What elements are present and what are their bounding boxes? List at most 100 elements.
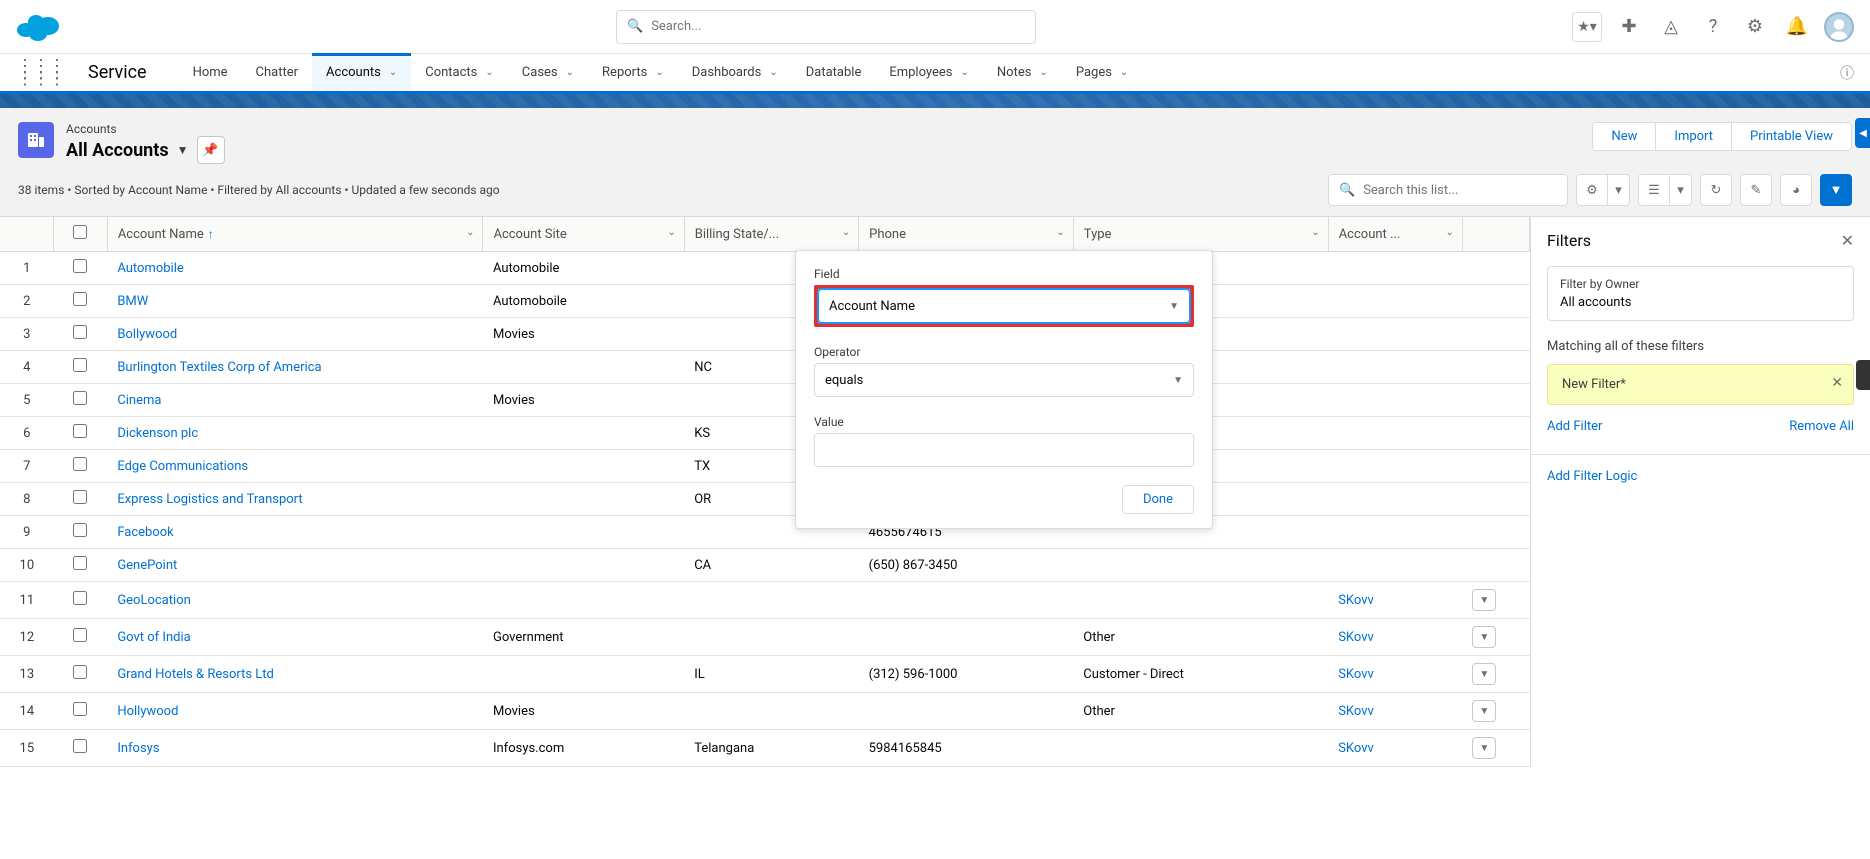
display-as-chevron[interactable]: ▾ bbox=[1670, 174, 1692, 206]
add-filter-logic-link[interactable]: Add Filter Logic bbox=[1547, 469, 1637, 484]
list-search[interactable]: 🔍 bbox=[1328, 174, 1568, 206]
column-header[interactable]: Type⌄ bbox=[1073, 217, 1328, 252]
account-name-link[interactable]: Bollywood bbox=[117, 327, 177, 342]
expand-panel-tab[interactable]: ◀ bbox=[1855, 118, 1870, 148]
global-search-input[interactable] bbox=[651, 19, 1025, 34]
row-actions-button[interactable]: ▼ bbox=[1472, 589, 1496, 611]
account-name-link[interactable]: Cinema bbox=[117, 393, 161, 408]
favorites-button[interactable]: ★▾ bbox=[1572, 12, 1602, 42]
global-add-button[interactable]: ✚ bbox=[1614, 12, 1644, 42]
row-checkbox[interactable] bbox=[73, 325, 87, 339]
nav-tab-accounts[interactable]: Accounts⌄ bbox=[312, 53, 411, 90]
nav-info-icon[interactable]: ⓘ bbox=[1840, 63, 1854, 83]
row-checkbox[interactable] bbox=[73, 739, 87, 753]
row-checkbox[interactable] bbox=[73, 358, 87, 372]
column-header[interactable]: Billing State/...⌄ bbox=[684, 217, 858, 252]
account-name-link[interactable]: Dickenson plc bbox=[117, 426, 198, 441]
column-header[interactable]: Account Name↑⌄ bbox=[107, 217, 483, 252]
remove-filter-icon[interactable]: ✕ bbox=[1831, 375, 1843, 391]
account-name-link[interactable]: Express Logistics and Transport bbox=[117, 492, 302, 507]
column-menu-icon[interactable]: ⌄ bbox=[667, 227, 675, 238]
owner-link[interactable]: SKovv bbox=[1338, 704, 1374, 719]
filter-by-owner-card[interactable]: Filter by Owner All accounts bbox=[1547, 266, 1854, 321]
nav-tab-dashboards[interactable]: Dashboards⌄ bbox=[678, 54, 792, 91]
account-name-link[interactable]: GeoLocation bbox=[117, 593, 190, 608]
row-checkbox[interactable] bbox=[73, 556, 87, 570]
select-all-checkbox[interactable] bbox=[73, 225, 87, 239]
field-combobox[interactable]: Account Name▼ bbox=[818, 289, 1190, 323]
nav-tab-cases[interactable]: Cases⌄ bbox=[508, 54, 588, 91]
display-as-table-button[interactable]: ☰ bbox=[1638, 174, 1670, 206]
setup-gear-icon[interactable]: ⚙ bbox=[1740, 12, 1770, 42]
nav-tab-home[interactable]: Home bbox=[179, 54, 242, 91]
account-name-link[interactable]: BMW bbox=[117, 294, 148, 309]
owner-link[interactable]: SKovv bbox=[1338, 741, 1374, 756]
account-name-link[interactable]: Facebook bbox=[117, 525, 173, 540]
owner-link[interactable]: SKovv bbox=[1338, 630, 1374, 645]
account-name-link[interactable]: Govt of India bbox=[117, 630, 190, 645]
remove-all-link[interactable]: Remove All bbox=[1789, 419, 1854, 434]
nav-tab-employees[interactable]: Employees⌄ bbox=[875, 54, 983, 91]
row-actions-button[interactable]: ▼ bbox=[1472, 663, 1496, 685]
pin-list-button[interactable]: 📌 bbox=[197, 136, 225, 164]
nav-tab-contacts[interactable]: Contacts⌄ bbox=[411, 54, 508, 91]
account-name-link[interactable]: GenePoint bbox=[117, 558, 177, 573]
row-actions-button[interactable]: ▼ bbox=[1472, 737, 1496, 759]
column-menu-icon[interactable]: ⌄ bbox=[1056, 227, 1064, 238]
column-header[interactable]: Phone⌄ bbox=[859, 217, 1074, 252]
row-checkbox[interactable] bbox=[73, 490, 87, 504]
column-menu-icon[interactable]: ⌄ bbox=[466, 227, 474, 238]
owner-link[interactable]: SKovv bbox=[1338, 667, 1374, 682]
account-name-link[interactable]: Burlington Textiles Corp of America bbox=[117, 360, 321, 375]
refresh-button[interactable]: ↻ bbox=[1700, 174, 1732, 206]
row-checkbox[interactable] bbox=[73, 628, 87, 642]
help-icon[interactable]: ? bbox=[1698, 12, 1728, 42]
user-avatar[interactable] bbox=[1824, 12, 1854, 42]
list-view-controls-chevron[interactable]: ▾ bbox=[1608, 174, 1630, 206]
trailhead-icon[interactable]: ◬ bbox=[1656, 12, 1686, 42]
account-name-link[interactable]: Hollywood bbox=[117, 704, 178, 719]
row-checkbox[interactable] bbox=[73, 702, 87, 716]
row-checkbox[interactable] bbox=[73, 665, 87, 679]
owner-link[interactable]: SKovv bbox=[1338, 593, 1374, 608]
list-search-input[interactable] bbox=[1363, 183, 1557, 198]
add-filter-link[interactable]: Add Filter bbox=[1547, 419, 1602, 434]
account-name-link[interactable]: Infosys bbox=[117, 741, 159, 756]
global-search[interactable]: 🔍 bbox=[616, 10, 1036, 44]
filter-button[interactable]: ▼ bbox=[1820, 174, 1852, 206]
row-actions-button[interactable]: ▼ bbox=[1472, 626, 1496, 648]
row-checkbox[interactable] bbox=[73, 523, 87, 537]
row-checkbox[interactable] bbox=[73, 591, 87, 605]
column-header[interactable]: Account ...⌄ bbox=[1328, 217, 1462, 252]
edit-list-button[interactable]: ✎ bbox=[1740, 174, 1772, 206]
row-checkbox[interactable] bbox=[73, 424, 87, 438]
nav-tab-notes[interactable]: Notes⌄ bbox=[983, 54, 1062, 91]
row-checkbox[interactable] bbox=[73, 391, 87, 405]
row-checkbox[interactable] bbox=[73, 292, 87, 306]
column-header[interactable]: Account Site⌄ bbox=[483, 217, 684, 252]
row-checkbox[interactable] bbox=[73, 259, 87, 273]
account-name-link[interactable]: Automobile bbox=[117, 261, 183, 276]
row-actions-button[interactable]: ▼ bbox=[1472, 700, 1496, 722]
column-menu-icon[interactable]: ⌄ bbox=[842, 227, 850, 238]
list-view-switcher[interactable]: ▼ bbox=[177, 143, 189, 157]
close-filters-icon[interactable]: ✕ bbox=[1841, 231, 1854, 250]
printable-view-button[interactable]: Printable View bbox=[1731, 123, 1851, 150]
list-view-controls-button[interactable]: ⚙ bbox=[1576, 174, 1608, 206]
app-launcher-icon[interactable]: ⋮⋮⋮⋮⋮⋮⋮⋮⋮ bbox=[16, 64, 64, 82]
chart-button[interactable]: ◕ bbox=[1780, 174, 1812, 206]
nav-tab-pages[interactable]: Pages⌄ bbox=[1062, 54, 1143, 91]
account-name-link[interactable]: Grand Hotels & Resorts Ltd bbox=[117, 667, 274, 682]
operator-combobox[interactable]: equals▼ bbox=[814, 363, 1194, 397]
new-filter-chip[interactable]: New Filter* ✕ bbox=[1547, 364, 1854, 405]
nav-tab-reports[interactable]: Reports⌄ bbox=[588, 54, 678, 91]
notifications-bell-icon[interactable]: 🔔 bbox=[1782, 12, 1812, 42]
nav-tab-datatable[interactable]: Datatable bbox=[792, 54, 876, 91]
done-button[interactable]: Done bbox=[1122, 485, 1194, 514]
right-edge-tab[interactable] bbox=[1856, 360, 1870, 390]
value-input[interactable] bbox=[814, 433, 1194, 467]
account-name-link[interactable]: Edge Communications bbox=[117, 459, 248, 474]
row-checkbox[interactable] bbox=[73, 457, 87, 471]
nav-tab-chatter[interactable]: Chatter bbox=[242, 54, 313, 91]
column-menu-icon[interactable]: ⌄ bbox=[1311, 227, 1319, 238]
